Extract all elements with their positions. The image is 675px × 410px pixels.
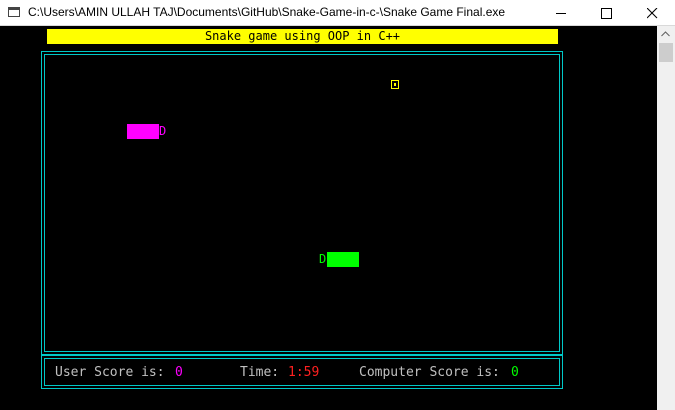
computer-score-label: Computer Score is: [359,365,500,380]
console-app-icon [8,7,20,17]
game-banner: Snake game using OOP in C++ [47,29,558,44]
title-bar[interactable]: C:\Users\AMIN ULLAH TAJ\Documents\GitHub… [0,0,675,26]
user-snake-head: D [159,124,167,138]
scroll-thumb[interactable] [659,43,673,62]
user-score-value: 0 [175,365,183,380]
user-snake-body [127,124,159,139]
maximize-icon [601,8,612,19]
minimize-button[interactable] [538,0,584,26]
vertical-scrollbar[interactable] [657,26,675,410]
minimize-icon [556,13,566,14]
scroll-up-button[interactable] [657,26,675,43]
time-label: Time: [240,365,280,380]
computer-snake-body [327,252,359,267]
close-button[interactable] [629,0,675,26]
window-title: C:\Users\AMIN ULLAH TAJ\Documents\GitHub… [28,5,506,19]
computer-snake-head: D [319,252,327,266]
maximize-button[interactable] [583,0,629,26]
chevron-up-icon [661,31,670,37]
close-icon [647,8,658,19]
computer-score-value: 0 [511,365,519,380]
food-box-icon [391,80,399,89]
user-score-label: User Score is: [55,365,165,380]
play-area-border-inner [44,54,560,352]
time-value: 1:59 [288,365,320,380]
